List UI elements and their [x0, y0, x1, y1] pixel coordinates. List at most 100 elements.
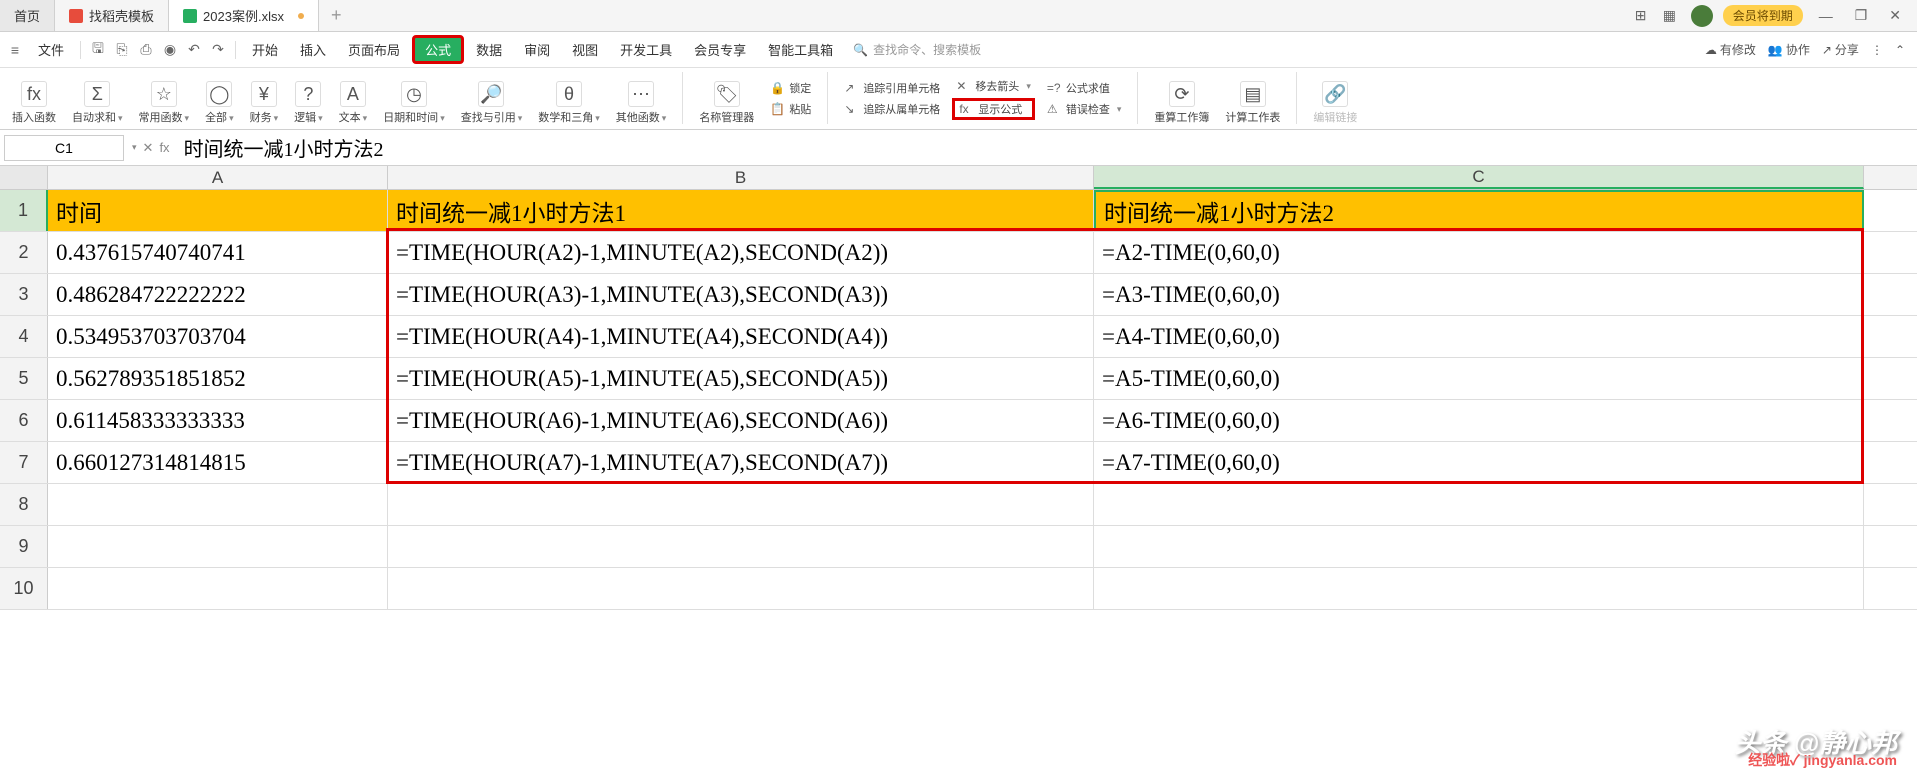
cell[interactable] — [1094, 526, 1864, 567]
row-header[interactable]: 1 — [0, 190, 48, 231]
formula-input[interactable]: 时间统一减1小时方法2 — [176, 131, 1913, 164]
row-header[interactable]: 10 — [0, 568, 48, 609]
cell[interactable]: =A6-TIME(0,60,0) — [1094, 400, 1864, 441]
menu-start[interactable]: 开始 — [242, 36, 288, 63]
ribbon-insert-fn[interactable]: fx插入函数 — [8, 72, 60, 125]
close-button[interactable]: ✕ — [1883, 7, 1907, 24]
row-header[interactable]: 2 — [0, 232, 48, 273]
cell[interactable]: =TIME(HOUR(A5)-1,MINUTE(A5),SECOND(A5)) — [388, 358, 1094, 399]
row-header[interactable]: 7 — [0, 442, 48, 483]
ribbon-error-check[interactable]: ⚠错误检查▾ — [1043, 100, 1126, 118]
cell[interactable] — [388, 568, 1094, 609]
menu-view[interactable]: 视图 — [562, 36, 608, 63]
row-header[interactable]: 9 — [0, 526, 48, 567]
search-hint[interactable]: 🔍 查找命令、搜索模板 — [853, 41, 981, 58]
tab-add-button[interactable]: + — [319, 5, 354, 26]
minimize-button[interactable]: — — [1813, 8, 1839, 24]
cell-selected[interactable]: 时间统一减1小时方法2 — [1094, 190, 1864, 231]
menu-icon[interactable]: ≡ — [4, 39, 26, 61]
modified-indicator[interactable]: ☁ 有修改 — [1705, 41, 1756, 58]
ribbon-lock[interactable]: 🔒锁定 — [766, 79, 815, 97]
ribbon-paste[interactable]: 📋粘贴 — [766, 100, 815, 118]
ribbon-lookup[interactable]: 🔎查找与引用▾ — [457, 72, 527, 125]
cell[interactable]: 0.562789351851852 — [48, 358, 388, 399]
row-header[interactable]: 4 — [0, 316, 48, 357]
ribbon-calc-sheet[interactable]: ▤计算工作表 — [1221, 72, 1284, 125]
menu-file[interactable]: 文件 — [28, 36, 74, 63]
cell[interactable] — [48, 484, 388, 525]
tab-document[interactable]: 2023案例.xlsx — [169, 0, 319, 31]
grid-icon[interactable]: ▦ — [1663, 7, 1681, 25]
tab-template[interactable]: 找稻壳模板 — [55, 0, 169, 31]
cell[interactable] — [388, 526, 1094, 567]
collab-button[interactable]: 👥 协作 — [1768, 41, 1810, 58]
ribbon-eval[interactable]: =?公式求值 — [1043, 79, 1126, 97]
ribbon-datetime[interactable]: ◷日期和时间▾ — [379, 72, 449, 125]
row-header[interactable]: 8 — [0, 484, 48, 525]
row-header[interactable]: 6 — [0, 400, 48, 441]
ribbon-text[interactable]: A文本▾ — [335, 72, 372, 125]
ribbon-all[interactable]: ◯全部▾ — [201, 72, 238, 125]
vip-badge[interactable]: 会员将到期 — [1723, 5, 1803, 26]
ribbon-recent[interactable]: ☆常用函数▾ — [135, 72, 194, 125]
cell[interactable] — [48, 568, 388, 609]
cell[interactable]: =A7-TIME(0,60,0) — [1094, 442, 1864, 483]
preview-icon[interactable]: ◉ — [159, 39, 181, 61]
redo-icon[interactable]: ↷ — [207, 39, 229, 61]
cell[interactable] — [1094, 568, 1864, 609]
row-header[interactable]: 3 — [0, 274, 48, 315]
menu-review[interactable]: 审阅 — [514, 36, 560, 63]
ribbon-financial[interactable]: ¥财务▾ — [246, 72, 283, 125]
restore-button[interactable]: ❐ — [1849, 7, 1874, 24]
cell[interactable]: =A4-TIME(0,60,0) — [1094, 316, 1864, 357]
cell[interactable]: =TIME(HOUR(A2)-1,MINUTE(A2),SECOND(A2)) — [388, 232, 1094, 273]
cell[interactable] — [1094, 484, 1864, 525]
menu-dev[interactable]: 开发工具 — [610, 36, 682, 63]
cell[interactable] — [388, 484, 1094, 525]
ribbon-show-formula[interactable]: fx显示公式 — [952, 98, 1035, 120]
chevron-down-icon[interactable]: ▾ — [132, 142, 137, 153]
cancel-icon[interactable]: ✕ — [143, 140, 154, 156]
cell-reference-input[interactable] — [4, 135, 124, 161]
menu-data[interactable]: 数据 — [466, 36, 512, 63]
cell[interactable]: 0.611458333333333 — [48, 400, 388, 441]
cell[interactable]: =TIME(HOUR(A6)-1,MINUTE(A6),SECOND(A6)) — [388, 400, 1094, 441]
cell[interactable]: 0.534953703703704 — [48, 316, 388, 357]
menu-tools[interactable]: 智能工具箱 — [758, 36, 843, 63]
ribbon-trace-prec[interactable]: ↗追踪引用单元格 — [840, 79, 944, 97]
cell[interactable]: 0.660127314814815 — [48, 442, 388, 483]
menu-layout[interactable]: 页面布局 — [338, 36, 410, 63]
col-header-b[interactable]: B — [388, 166, 1094, 189]
cell[interactable]: 时间统一减1小时方法1 — [388, 190, 1094, 231]
menu-formula[interactable]: 公式 — [412, 35, 464, 64]
cell[interactable]: =TIME(HOUR(A3)-1,MINUTE(A3),SECOND(A3)) — [388, 274, 1094, 315]
layout-icon[interactable]: ⊞ — [1635, 7, 1653, 25]
cell[interactable]: =A5-TIME(0,60,0) — [1094, 358, 1864, 399]
cell[interactable]: =A2-TIME(0,60,0) — [1094, 232, 1864, 273]
select-all-corner[interactable] — [0, 166, 48, 189]
print-icon[interactable]: ⎙ — [135, 39, 157, 61]
ribbon-trace-dep[interactable]: ↘追踪从属单元格 — [840, 100, 944, 118]
saveas-icon[interactable]: ⎘ — [111, 39, 133, 61]
cell[interactable]: 0.486284722222222 — [48, 274, 388, 315]
ribbon-logical[interactable]: ?逻辑▾ — [290, 72, 327, 125]
cell[interactable]: 时间 — [48, 190, 388, 231]
tab-home[interactable]: 首页 — [0, 0, 55, 31]
cell[interactable]: 0.437615740740741 — [48, 232, 388, 273]
cell[interactable]: =TIME(HOUR(A4)-1,MINUTE(A4),SECOND(A4)) — [388, 316, 1094, 357]
cell[interactable]: =A3-TIME(0,60,0) — [1094, 274, 1864, 315]
row-header[interactable]: 5 — [0, 358, 48, 399]
ribbon-remove-arrows[interactable]: ✕移去箭头▾ — [952, 77, 1035, 95]
menu-insert[interactable]: 插入 — [290, 36, 336, 63]
ribbon-autosum[interactable]: Σ自动求和▾ — [68, 72, 127, 125]
ribbon-name-mgr[interactable]: 🏷名称管理器 — [695, 72, 758, 125]
fx-icon[interactable]: fx — [159, 140, 169, 155]
save-icon[interactable]: 🖫 — [87, 39, 109, 61]
share-button[interactable]: ↗ 分享 — [1822, 41, 1859, 58]
cell[interactable]: =TIME(HOUR(A7)-1,MINUTE(A7),SECOND(A7)) — [388, 442, 1094, 483]
cell[interactable] — [48, 526, 388, 567]
menu-more-icon[interactable]: ⋮ — [1871, 43, 1883, 57]
ribbon-other[interactable]: ⋯其他函数▾ — [612, 72, 671, 125]
undo-icon[interactable]: ↶ — [183, 39, 205, 61]
col-header-c[interactable]: C — [1094, 166, 1864, 189]
